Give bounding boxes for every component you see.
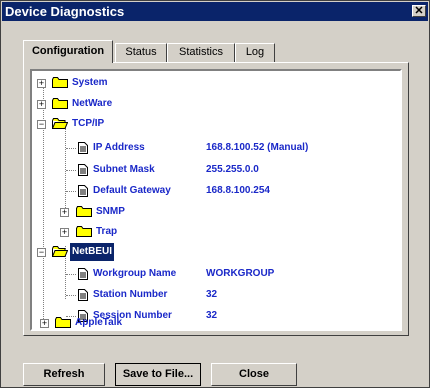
tab-configuration-label: Configuration bbox=[31, 45, 105, 57]
tree-label: AppleTalk bbox=[75, 317, 123, 328]
open-folder-icon bbox=[52, 118, 68, 129]
close-button[interactable]: Close bbox=[211, 363, 297, 386]
workgroup-name-value: WORKGROUP bbox=[206, 268, 275, 279]
folder-icon bbox=[52, 98, 68, 109]
tab-log-label: Log bbox=[245, 46, 265, 58]
configuration-panel: + System + NetWare − TCP/IP IP Address 1 bbox=[23, 62, 409, 336]
save-to-file-button-label: Save to File... bbox=[122, 368, 194, 380]
expand-icon[interactable]: + bbox=[40, 319, 49, 328]
tree-label: Trap bbox=[96, 226, 118, 237]
session-number-value: 32 bbox=[206, 310, 218, 321]
default-gateway-label: Default Gateway bbox=[93, 185, 171, 196]
ip-address-label: IP Address bbox=[93, 142, 145, 153]
window-title: Device Diagnostics bbox=[5, 4, 125, 19]
ip-address-value: 168.8.100.52 (Manual) bbox=[206, 142, 309, 153]
default-gateway-value: 168.8.100.254 bbox=[206, 185, 270, 196]
collapse-icon[interactable]: − bbox=[37, 248, 46, 257]
folder-icon bbox=[52, 77, 68, 88]
tree-connector bbox=[66, 295, 76, 296]
tree-connector bbox=[65, 128, 66, 214]
document-icon bbox=[78, 142, 88, 154]
refresh-button[interactable]: Refresh bbox=[23, 363, 105, 386]
open-folder-icon bbox=[52, 246, 68, 257]
folder-icon bbox=[55, 317, 71, 328]
expand-icon[interactable]: + bbox=[60, 228, 69, 237]
expand-icon[interactable]: + bbox=[37, 79, 46, 88]
close-icon: ✕ bbox=[414, 5, 424, 17]
tree-label: TCP/IP bbox=[72, 118, 105, 129]
station-number-label: Station Number bbox=[93, 289, 168, 300]
tab-configuration[interactable]: Configuration bbox=[23, 40, 113, 63]
tree-label: System bbox=[72, 77, 108, 88]
expand-icon[interactable]: + bbox=[37, 100, 46, 109]
document-icon bbox=[78, 289, 88, 301]
collapse-icon[interactable]: − bbox=[37, 120, 46, 129]
folder-icon bbox=[76, 226, 92, 237]
expand-icon[interactable]: + bbox=[60, 208, 69, 217]
subnet-mask-value: 255.255.0.0 bbox=[206, 164, 259, 175]
station-number-value: 32 bbox=[206, 289, 218, 300]
tree-connector bbox=[66, 274, 76, 275]
tree-connector bbox=[66, 170, 76, 171]
tree-label-selected: NetBEUI bbox=[70, 243, 115, 261]
tab-log[interactable]: Log bbox=[235, 43, 275, 62]
device-diagnostics-window: Device Diagnostics ✕ Configuration Statu… bbox=[0, 0, 430, 388]
refresh-button-label: Refresh bbox=[43, 368, 85, 380]
tree-label: NetWare bbox=[72, 98, 113, 109]
title-bar: Device Diagnostics ✕ bbox=[2, 2, 428, 21]
subnet-mask-label: Subnet Mask bbox=[93, 164, 155, 175]
save-to-file-button[interactable]: Save to File... bbox=[115, 363, 201, 386]
document-icon bbox=[78, 185, 88, 197]
tab-statistics-label: Statistics bbox=[178, 46, 223, 58]
close-window-button[interactable]: ✕ bbox=[412, 5, 426, 17]
document-icon bbox=[78, 164, 88, 176]
tree-connector bbox=[66, 191, 76, 192]
close-button-label: Close bbox=[239, 368, 269, 380]
tree-label: SNMP bbox=[96, 206, 125, 217]
tab-statistics[interactable]: Statistics bbox=[167, 43, 235, 62]
document-icon bbox=[78, 268, 88, 280]
tree-connector bbox=[66, 148, 76, 149]
workgroup-name-label: Workgroup Name bbox=[93, 268, 177, 279]
configuration-tree[interactable]: + System + NetWare − TCP/IP IP Address 1 bbox=[30, 69, 402, 331]
folder-icon bbox=[76, 206, 92, 217]
tab-status-label: Status bbox=[125, 46, 157, 58]
tab-status[interactable]: Status bbox=[115, 43, 167, 62]
